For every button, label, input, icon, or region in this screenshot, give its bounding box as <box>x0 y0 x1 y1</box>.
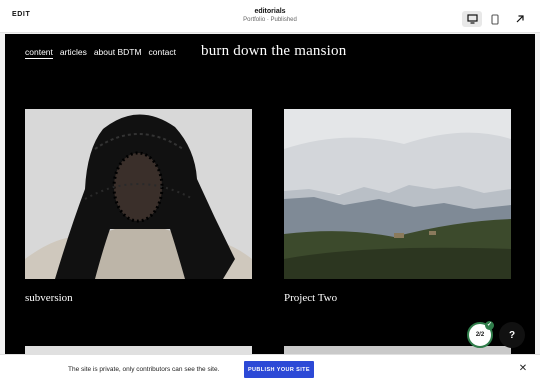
check-icon: ✓ <box>485 321 494 330</box>
card-title-project-two[interactable]: Project Two <box>284 292 337 304</box>
private-site-message: The site is private, only contributors c… <box>68 366 220 373</box>
page-info: editorials Portfolio · Published <box>200 8 340 23</box>
editor-topbar: EDIT editorials Portfolio · Published <box>0 0 540 33</box>
help-icon: ? <box>508 329 516 341</box>
veiled-portrait-image <box>25 109 252 279</box>
publish-site-button[interactable]: PUBLISH YOUR SITE <box>244 361 314 378</box>
open-site-button[interactable] <box>512 11 528 27</box>
mobile-icon <box>491 13 499 25</box>
progress-count: 2/2 <box>475 332 485 338</box>
device-view-toggle <box>462 11 506 27</box>
close-icon[interactable]: ✕ <box>517 363 529 375</box>
page-title: editorials <box>254 8 286 15</box>
open-external-icon <box>516 15 524 23</box>
nav-item-about[interactable]: about BDTM <box>94 47 142 59</box>
nav-item-articles[interactable]: articles <box>60 47 87 59</box>
card-title-subversion[interactable]: subversion <box>25 292 73 304</box>
mountain-landscape-image <box>284 109 511 279</box>
mobile-view-button[interactable] <box>485 11 505 27</box>
nav-item-content[interactable]: content <box>25 47 53 59</box>
site-preview: content articles about BDTM contact burn… <box>5 34 535 354</box>
portfolio-image-subversion[interactable] <box>25 109 252 279</box>
edit-button[interactable]: EDIT <box>12 11 30 18</box>
next-portfolio-image[interactable] <box>25 346 252 354</box>
site-nav: content articles about BDTM contact <box>25 47 176 59</box>
nav-item-contact[interactable]: contact <box>149 47 176 59</box>
desktop-view-button[interactable] <box>462 11 482 27</box>
portfolio-image-project-two[interactable] <box>284 109 511 279</box>
help-button[interactable]: ? <box>499 322 525 348</box>
site-title[interactable]: burn down the mansion <box>201 43 346 60</box>
desktop-icon <box>466 14 478 24</box>
setup-progress-badge[interactable]: 2/2 ✓ <box>467 321 494 348</box>
private-site-banner: The site is private, only contributors c… <box>0 354 540 383</box>
page-status: Portfolio · Published <box>243 17 297 23</box>
